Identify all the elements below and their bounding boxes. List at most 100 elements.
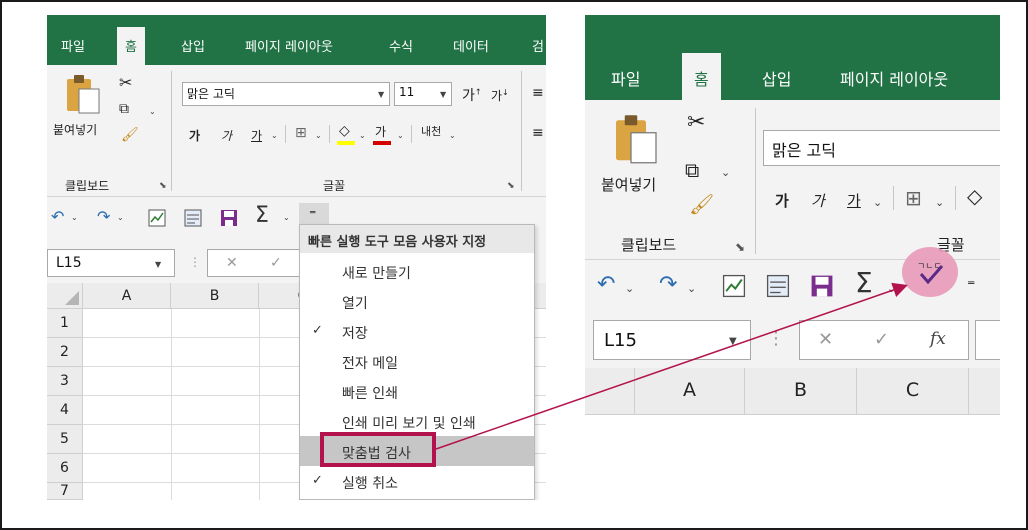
border-dropdown-icon[interactable]: ⌄ xyxy=(935,196,944,209)
tab-review-partial[interactable]: 검 xyxy=(532,36,544,55)
copy-dropdown-icon[interactable]: ⌄ xyxy=(149,107,156,116)
row-header-5[interactable]: 5 xyxy=(47,425,83,454)
font-size-dropdown-icon[interactable]: ▼ xyxy=(440,90,446,99)
copy-dropdown-icon[interactable]: ⌄ xyxy=(721,166,730,179)
cancel-icon[interactable]: ✕ xyxy=(818,329,833,350)
name-box-dropdown-icon[interactable]: ▼ xyxy=(155,260,161,269)
font-color-button[interactable]: 가 xyxy=(375,123,386,140)
undo-icon[interactable]: ↶ xyxy=(51,207,64,226)
column-header-b[interactable]: B xyxy=(745,368,857,415)
underline-button[interactable]: 가 xyxy=(251,127,262,144)
decrease-font-icon[interactable]: 가↓ xyxy=(491,87,509,104)
tab-formulas[interactable]: 수식 xyxy=(389,36,413,55)
menu-item-open[interactable]: 열기 xyxy=(300,286,534,316)
phonetic-dropdown-icon[interactable]: ⌄ xyxy=(449,131,456,140)
tab-page-layout[interactable]: 페이지 레이아웃 xyxy=(245,36,333,55)
tab-page-layout[interactable]: 페이지 레이아웃 xyxy=(840,66,948,90)
autosum-dropdown-icon[interactable]: ⌄ xyxy=(887,282,896,295)
bold-button[interactable]: 가 xyxy=(775,190,789,211)
autosum-icon[interactable]: Σ xyxy=(255,203,269,228)
cut-icon[interactable]: ✂ xyxy=(119,73,132,92)
tab-file[interactable]: 파일 xyxy=(61,36,85,55)
italic-button[interactable]: 가 xyxy=(811,190,825,211)
format-painter-icon[interactable]: 🖌 xyxy=(121,127,139,143)
select-all-corner[interactable] xyxy=(585,368,635,415)
italic-button[interactable]: 가 xyxy=(221,127,232,144)
font-color-dropdown-icon[interactable]: ⌄ xyxy=(397,131,404,140)
insert-function-button[interactable]: fx xyxy=(930,329,946,349)
tab-home[interactable]: 홈 xyxy=(682,53,721,100)
redo-icon[interactable]: ↷ xyxy=(659,272,677,297)
form-icon[interactable] xyxy=(765,273,791,299)
redo-dropdown-icon[interactable]: ⌄ xyxy=(117,213,124,222)
row-header-2[interactable]: 2 xyxy=(47,338,83,367)
row-header-4[interactable]: 4 xyxy=(47,396,83,425)
column-header-a[interactable]: A xyxy=(635,368,745,415)
font-name-box[interactable]: 맑은 고딕 xyxy=(763,130,1000,166)
print-preview-icon[interactable] xyxy=(721,273,747,299)
cancel-icon[interactable]: ✕ xyxy=(226,255,238,271)
align-left-icon[interactable]: ≡ xyxy=(532,125,544,141)
undo-icon[interactable]: ↶ xyxy=(597,272,615,297)
phonetic-button[interactable]: 내천 xyxy=(421,123,441,139)
menu-item-email[interactable]: 전자 메일 xyxy=(300,346,534,376)
row-header-3[interactable]: 3 xyxy=(47,367,83,396)
underline-button[interactable]: 가 xyxy=(847,190,861,211)
bold-button[interactable]: 가 xyxy=(189,127,200,144)
customize-icon[interactable]: ⁼ xyxy=(967,276,975,295)
save-icon[interactable] xyxy=(809,273,835,299)
undo-dropdown-icon[interactable]: ⌄ xyxy=(625,282,634,295)
clipboard-launcher-icon[interactable]: ⬊ xyxy=(735,240,745,254)
paste-button[interactable]: 붙여넣기 xyxy=(53,73,107,145)
increase-font-icon[interactable]: 가↑ xyxy=(462,85,482,105)
tab-data[interactable]: 데이터 xyxy=(453,36,489,55)
spelling-check-icon[interactable]: ㄱㄴㄷ xyxy=(915,258,945,286)
autosum-icon[interactable]: Σ xyxy=(855,266,873,299)
format-painter-icon[interactable]: 🖌 xyxy=(689,192,714,216)
tab-insert[interactable]: 삽입 xyxy=(181,36,205,55)
menu-item-undo[interactable]: ✓ 실행 취소 xyxy=(300,466,534,496)
clipboard-launcher-icon[interactable]: ⬊ xyxy=(159,181,167,191)
fill-color-icon[interactable]: ◇ xyxy=(339,123,350,139)
tab-file[interactable]: 파일 xyxy=(611,66,640,90)
column-header-b[interactable]: B xyxy=(171,283,259,309)
name-box-dropdown-icon[interactable]: ▼ xyxy=(729,336,737,347)
fill-color-icon[interactable]: ◇ xyxy=(967,184,982,208)
copy-icon[interactable]: ⧉ xyxy=(685,158,699,182)
row-header-7[interactable]: 7 xyxy=(47,483,83,500)
save-icon[interactable] xyxy=(219,208,239,228)
redo-dropdown-icon[interactable]: ⌄ xyxy=(687,282,696,295)
name-box[interactable]: L15 xyxy=(593,320,751,360)
form-icon[interactable] xyxy=(183,208,203,228)
underline-dropdown-icon[interactable]: ⌄ xyxy=(271,131,278,140)
select-all-corner[interactable] xyxy=(47,283,83,309)
row-header-1[interactable]: 1 xyxy=(47,309,83,338)
column-header-a[interactable]: A xyxy=(83,283,171,309)
formula-input[interactable] xyxy=(975,320,1000,360)
paste-button[interactable]: 붙여넣기 xyxy=(601,112,673,202)
border-dropdown-icon[interactable]: ⌄ xyxy=(315,131,322,140)
fill-color-dropdown-icon[interactable]: ⌄ xyxy=(359,131,366,140)
align-top-icon[interactable]: ≡ xyxy=(532,85,544,101)
enter-icon[interactable]: ✓ xyxy=(270,255,282,271)
row-header-6[interactable]: 6 xyxy=(47,454,83,483)
column-header-c[interactable]: C xyxy=(857,368,969,415)
tab-insert[interactable]: 삽입 xyxy=(762,66,791,90)
border-icon[interactable]: ⊞ xyxy=(905,186,922,210)
print-preview-icon[interactable] xyxy=(147,208,167,228)
menu-item-quick-print[interactable]: 빠른 인쇄 xyxy=(300,376,534,406)
cut-icon[interactable]: ✂ xyxy=(687,110,705,135)
copy-icon[interactable]: ⧉ xyxy=(119,101,129,117)
redo-icon[interactable]: ↷ xyxy=(97,207,110,226)
menu-item-new[interactable]: 새로 만들기 xyxy=(300,256,534,286)
menu-item-save[interactable]: ✓ 저장 xyxy=(300,316,534,346)
border-icon[interactable]: ⊞ xyxy=(295,125,307,141)
tab-home[interactable]: 홈 xyxy=(117,27,145,65)
enter-icon[interactable]: ✓ xyxy=(874,329,889,350)
font-launcher-icon[interactable]: ⬊ xyxy=(507,181,515,191)
underline-dropdown-icon[interactable]: ⌄ xyxy=(873,196,882,209)
font-name-box[interactable]: 맑은 고딕 xyxy=(182,82,390,106)
font-name-dropdown-icon[interactable]: ▼ xyxy=(378,90,384,99)
undo-dropdown-icon[interactable]: ⌄ xyxy=(71,213,78,222)
autosum-dropdown-icon[interactable]: ⌄ xyxy=(283,213,290,222)
